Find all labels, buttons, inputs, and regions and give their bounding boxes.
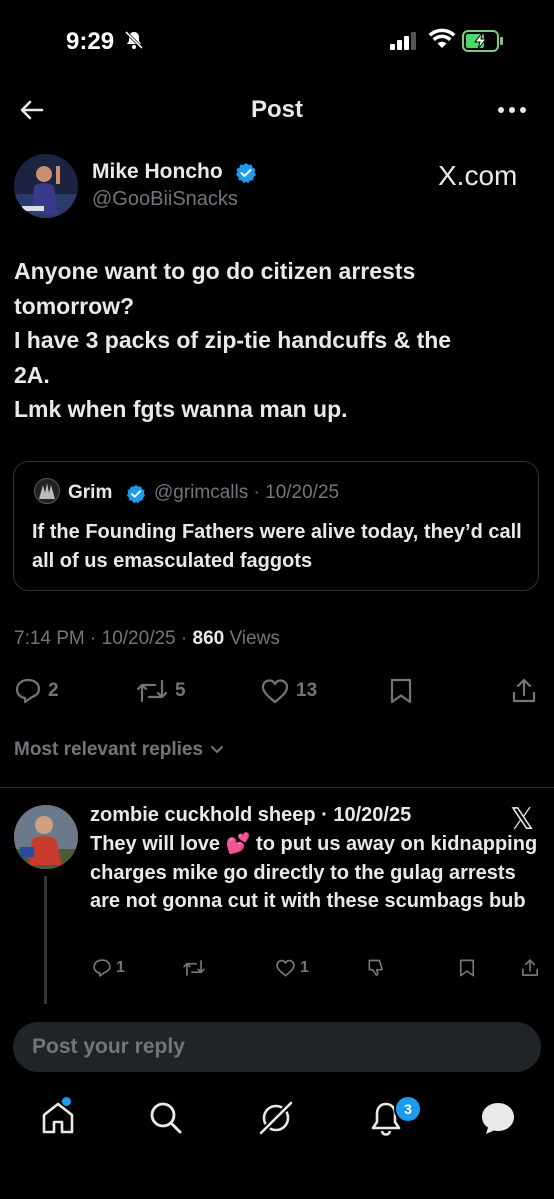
repost-icon bbox=[183, 960, 205, 976]
brand-watermark: X.com bbox=[438, 160, 518, 191]
reply-like-button[interactable]: 1 bbox=[275, 958, 309, 978]
share-icon bbox=[522, 959, 538, 976]
heart-icon bbox=[276, 959, 295, 977]
battery-charging-icon bbox=[462, 30, 503, 52]
views-count: 860 bbox=[192, 628, 225, 649]
chevron-down-icon bbox=[211, 746, 224, 754]
reply-icon bbox=[93, 959, 111, 977]
thread-line bbox=[44, 876, 47, 1004]
heart-icon bbox=[261, 679, 289, 704]
quote-avatar bbox=[34, 478, 60, 504]
search-icon[interactable] bbox=[146, 1098, 186, 1138]
replies-sort-dropdown[interactable]: Most relevant replies bbox=[14, 739, 224, 761]
reply-reply-count: 1 bbox=[116, 959, 125, 976]
reply-bookmark-button[interactable] bbox=[458, 958, 476, 978]
verified-badge-icon bbox=[126, 484, 146, 504]
share-button[interactable] bbox=[510, 676, 538, 706]
author-name[interactable]: Mike Honcho bbox=[92, 160, 223, 184]
repost-count: 5 bbox=[175, 680, 186, 701]
reply-author-avatar[interactable] bbox=[14, 805, 78, 869]
page-title: Post bbox=[250, 96, 303, 123]
replies-sort-label: Most relevant replies bbox=[14, 739, 204, 760]
reply-count: 2 bbox=[48, 680, 59, 701]
author-avatar[interactable] bbox=[14, 154, 78, 218]
reply-repost-button[interactable] bbox=[182, 958, 206, 978]
reply-icon bbox=[15, 678, 41, 704]
post-time-date: 7:14 PM · 10/20/25 · bbox=[14, 628, 193, 649]
reply-dislike-button[interactable] bbox=[366, 958, 386, 978]
repost-icon bbox=[136, 679, 168, 703]
post-timestamp-views: 7:14 PM · 10/20/25 · 860 Views bbox=[14, 628, 280, 650]
reply-like-count: 1 bbox=[300, 959, 309, 976]
reply-share-button[interactable] bbox=[520, 958, 540, 978]
notifications-badge: 3 bbox=[394, 1095, 422, 1123]
home-icon[interactable] bbox=[38, 1098, 78, 1138]
reply-text: They will love 💕 to put us away on kidna… bbox=[90, 833, 538, 912]
repost-button[interactable]: 5 bbox=[135, 676, 186, 706]
like-button[interactable]: 13 bbox=[260, 676, 317, 706]
cellular-signal-icon bbox=[390, 32, 416, 50]
bookmark-icon bbox=[390, 678, 412, 704]
reply-compose-input[interactable]: Post your reply bbox=[13, 1022, 541, 1072]
divider bbox=[0, 787, 554, 788]
grok-icon[interactable] bbox=[256, 1098, 296, 1138]
home-unread-dot bbox=[62, 1097, 71, 1106]
thumbs-down-icon bbox=[368, 959, 383, 976]
status-time: 9:29 bbox=[66, 28, 115, 55]
views-label: Views bbox=[224, 628, 280, 649]
verified-badge-icon bbox=[236, 163, 256, 184]
reply-reply-button[interactable]: 1 bbox=[92, 958, 125, 978]
messages-icon[interactable] bbox=[478, 1098, 518, 1138]
reply-author-date[interactable]: zombie cuckhold sheep · 10/20/25 bbox=[90, 804, 411, 827]
quote-author-name: Grim bbox=[68, 482, 113, 503]
quote-avatar-image bbox=[39, 483, 55, 499]
bookmark-icon bbox=[459, 959, 475, 977]
author-avatar-image bbox=[14, 154, 78, 218]
quote-handle-date: @grimcalls · 10/20/25 bbox=[154, 482, 340, 503]
like-count: 13 bbox=[296, 680, 318, 701]
bookmark-button[interactable] bbox=[388, 676, 414, 706]
compose-placeholder: Post your reply bbox=[32, 1035, 185, 1058]
quoted-post[interactable]: Grim @grimcalls · 10/20/25 If the Foundi… bbox=[13, 461, 539, 591]
share-icon bbox=[512, 678, 536, 703]
more-options-icon[interactable] bbox=[494, 98, 530, 122]
reply-button[interactable]: 2 bbox=[14, 676, 59, 706]
bell-muted-icon bbox=[124, 30, 144, 50]
wifi-icon bbox=[428, 28, 456, 48]
quote-text: If the Founding Fathers were alive today… bbox=[32, 521, 522, 572]
reply-avatar-image bbox=[14, 805, 78, 869]
status-bar: 9:29 bbox=[0, 0, 554, 84]
post-text: Anyone want to go do citizen arrests tom… bbox=[14, 258, 452, 422]
author-handle[interactable]: @GooBiiSnacks bbox=[92, 188, 238, 211]
